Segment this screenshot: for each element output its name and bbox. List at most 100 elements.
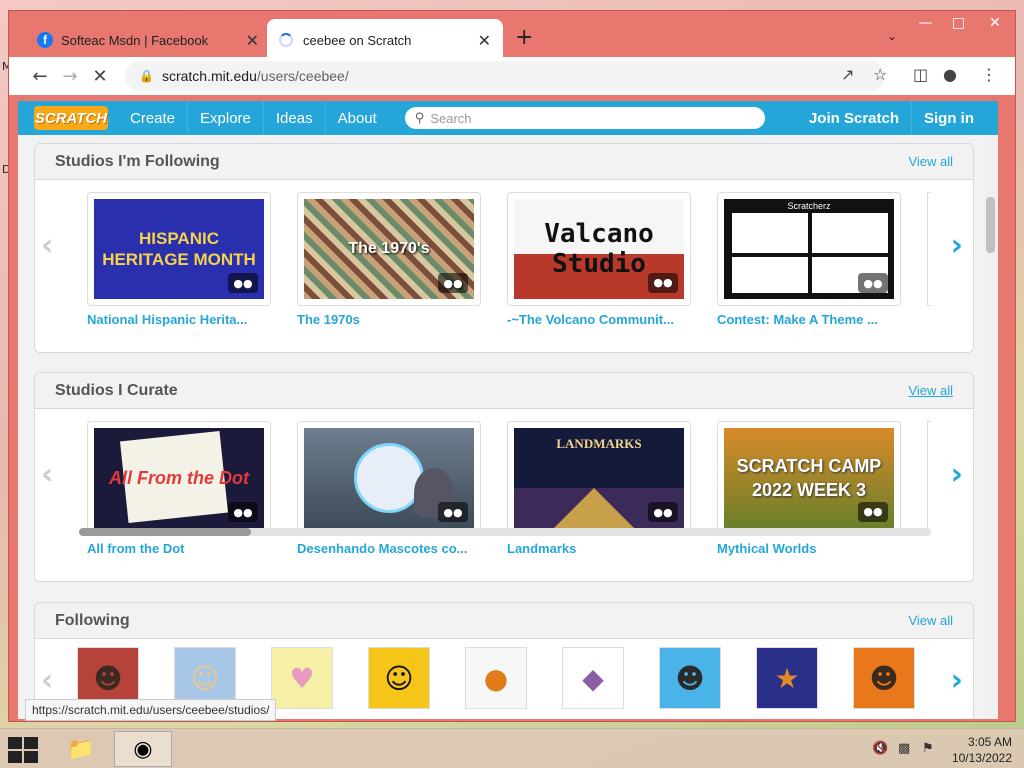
facebook-favicon-icon: f	[37, 32, 53, 48]
carousel-next-icon[interactable]: ›	[951, 228, 963, 263]
tab-title: Softeac Msdn | Facebook	[61, 32, 209, 48]
join-scratch-link[interactable]: Join Scratch	[797, 101, 911, 135]
user-avatar[interactable]: ★	[756, 647, 818, 709]
menu-kebab-icon[interactable]: ⋮	[981, 65, 997, 84]
carousel-scrollbar-thumb[interactable]	[79, 528, 251, 536]
loading-spinner-icon	[279, 33, 293, 47]
studio-card[interactable]: The 1970's ●● The 1970s	[297, 192, 483, 327]
carousel-next-icon[interactable]: ›	[951, 457, 963, 492]
studio-title-link[interactable]: National Hispanic Herita...	[87, 312, 273, 327]
page-scrollbar[interactable]	[983, 135, 998, 719]
carousel-scrollbar[interactable]	[79, 528, 931, 536]
carousel-next-icon[interactable]: ›	[951, 663, 963, 698]
network-icon[interactable]: ▩	[898, 741, 910, 756]
studio-badge-icon: ●●	[438, 502, 468, 522]
section-title: Studios I'm Following	[55, 152, 220, 170]
minimize-icon[interactable]: —	[909, 11, 942, 35]
file-explorer-icon[interactable]: 📁	[52, 731, 110, 767]
nav-ideas[interactable]: Ideas	[262, 101, 325, 135]
user-avatar[interactable]: ♥	[271, 647, 333, 709]
volume-muted-icon[interactable]: 🔇	[872, 741, 888, 756]
studio-title-link[interactable]: The 1970s	[297, 312, 483, 327]
studio-thumbnail[interactable]: SCRATCH CAMP 2022 WEEK 3 ●●	[724, 428, 894, 528]
user-avatar[interactable]: ☻	[853, 647, 915, 709]
nav-about[interactable]: About	[324, 101, 389, 135]
maximize-icon[interactable]: □	[942, 11, 975, 35]
chrome-taskbar-icon[interactable]: ◉	[114, 731, 172, 767]
view-all-link[interactable]: View all	[908, 154, 953, 169]
profile-avatar-icon[interactable]: ●	[943, 65, 957, 84]
studios-curate-section: Studios I Curate View all ‹ › All From t…	[34, 372, 974, 582]
search-icon: ⚲	[414, 110, 425, 126]
address-bar[interactable]: 🔒 scratch.mit.edu/users/ceebee/	[125, 61, 885, 91]
view-all-link[interactable]: View all	[908, 383, 953, 398]
thumbnail-text: The 1970's	[348, 240, 430, 257]
browser-window: — □ ✕ f Softeac Msdn | Facebook ✕ ceebee…	[8, 10, 1016, 722]
studio-badge-icon: ●●	[648, 502, 678, 522]
nav-create[interactable]: Create	[118, 101, 187, 135]
studio-badge-icon: ●●	[858, 273, 888, 293]
studio-title-link[interactable]: Landmarks	[507, 541, 693, 556]
carousel-prev-icon[interactable]: ‹	[41, 663, 53, 698]
view-all-link[interactable]: View all	[908, 613, 953, 628]
clock-date: 10/13/2022	[951, 751, 1012, 765]
studio-thumbnail[interactable]: LANDMARKS ●●	[514, 428, 684, 528]
studio-card[interactable]: Valcano Studio ●● -~The Volcano Communit…	[507, 192, 693, 327]
sign-in-link[interactable]: Sign in	[911, 101, 998, 135]
bookmark-star-icon[interactable]: ☆	[873, 65, 887, 84]
studio-title-link[interactable]: Desenhando Mascotes co...	[297, 541, 483, 556]
user-avatar[interactable]: ☺	[368, 647, 430, 709]
scratch-logo[interactable]: SCRATCH	[34, 106, 108, 130]
system-clock[interactable]: 3:05 AM 10/13/2022	[952, 734, 1012, 766]
studio-title-link[interactable]: Contest: Make A Theme ...	[717, 312, 903, 327]
forward-icon[interactable]: →	[55, 66, 85, 87]
page-viewport: SCRATCH Create Explore Ideas About ⚲ Sea…	[18, 101, 998, 719]
studio-thumbnail[interactable]: Valcano Studio ●●	[514, 199, 684, 299]
studio-badge-icon: ●●	[648, 273, 678, 293]
studio-badge-icon: ●●	[228, 273, 258, 293]
studio-thumbnail[interactable]: HISPANIC HERITAGE MONTH ●●	[94, 199, 264, 299]
studio-card[interactable]: Scratcherz ●● Contest: Make A Theme ...	[717, 192, 903, 327]
taskbar: 📁 ◉ 🔇 ▩ ⚑ 3:05 AM 10/13/2022	[0, 728, 1024, 768]
share-icon[interactable]: ↗	[841, 65, 854, 84]
window-controls: — □ ✕	[909, 11, 1015, 35]
windows-start-icon[interactable]	[8, 737, 38, 763]
close-tab-icon[interactable]: ✕	[478, 31, 491, 50]
nav-explore[interactable]: Explore	[187, 101, 263, 135]
user-avatar[interactable]: ☻	[659, 647, 721, 709]
page-scrollbar-thumb[interactable]	[986, 197, 995, 253]
studio-thumbnail[interactable]: ●●	[304, 428, 474, 528]
clock-time: 3:05 AM	[967, 735, 1012, 749]
carousel-prev-icon[interactable]: ‹	[41, 228, 53, 263]
close-window-icon[interactable]: ✕	[975, 11, 1015, 35]
stop-loading-icon[interactable]: ✕	[85, 66, 115, 87]
tab-title: ceebee on Scratch	[303, 32, 412, 48]
close-tab-icon[interactable]: ✕	[246, 31, 259, 50]
search-input[interactable]: ⚲ Search	[404, 107, 765, 129]
studio-title-link[interactable]: Mythical Worlds	[717, 541, 903, 556]
thumbnail-text: Scratcherz	[787, 201, 831, 211]
lock-icon[interactable]: 🔒	[139, 69, 154, 83]
back-icon[interactable]: ←	[25, 66, 55, 87]
thumbnail-text: All From the Dot	[109, 467, 249, 488]
studio-thumbnail[interactable]: Scratcherz ●●	[724, 199, 894, 299]
scratch-navbar: SCRATCH Create Explore Ideas About ⚲ Sea…	[18, 101, 998, 135]
tab-facebook[interactable]: f Softeac Msdn | Facebook ✕	[25, 19, 271, 61]
studio-thumbnail[interactable]: All From the Dot ●●	[94, 428, 264, 528]
new-tab-button[interactable]: +	[515, 25, 533, 50]
url-path: /users/ceebee/	[256, 68, 349, 84]
studio-title-link[interactable]: All from the Dot	[87, 541, 273, 556]
tab-scratch[interactable]: ceebee on Scratch ✕	[267, 19, 503, 61]
studio-title-link[interactable]: -~The Volcano Communit...	[507, 312, 693, 327]
studio-thumbnail[interactable]: The 1970's ●●	[304, 199, 474, 299]
side-panel-icon[interactable]: ◫	[913, 65, 928, 84]
studios-following-section: Studios I'm Following View all ‹ › HISPA…	[34, 143, 974, 353]
user-avatar[interactable]: ●	[465, 647, 527, 709]
studio-card[interactable]: HISPANIC HERITAGE MONTH ●● National Hisp…	[87, 192, 273, 327]
carousel-prev-icon[interactable]: ‹	[41, 457, 53, 492]
user-avatar[interactable]: ◆	[562, 647, 624, 709]
tab-search-icon[interactable]: ⌄	[887, 29, 897, 43]
url-host: scratch.mit.edu	[161, 68, 257, 84]
action-center-icon[interactable]: ⚑	[922, 741, 934, 756]
browser-toolbar: ← → ✕ 🔒 scratch.mit.edu/users/ceebee/ ↗ …	[9, 57, 1015, 95]
